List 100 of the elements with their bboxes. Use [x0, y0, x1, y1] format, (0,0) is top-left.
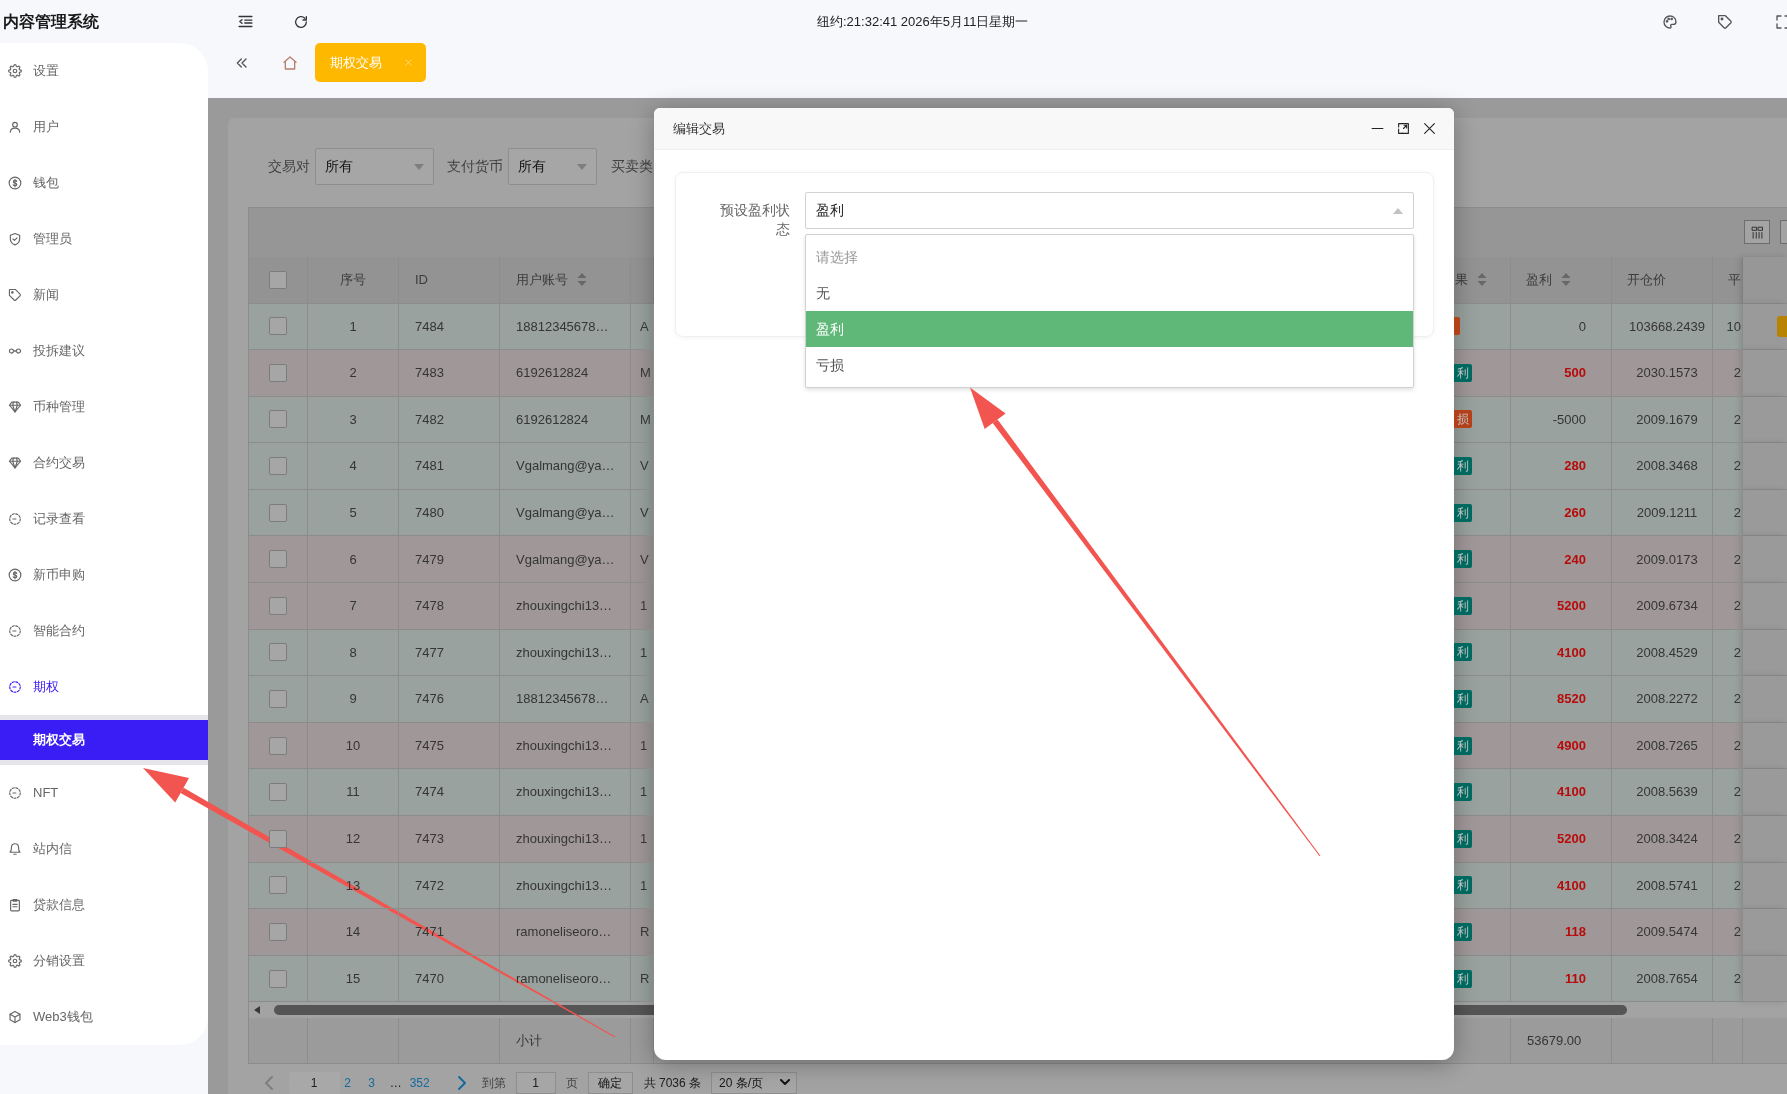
checkbox[interactable] [269, 829, 287, 848]
palette-icon[interactable] [1662, 13, 1678, 30]
checkbox[interactable] [269, 317, 287, 336]
action-tag[interactable] [1777, 315, 1787, 337]
table-cell: 2009.5474 [1612, 909, 1713, 956]
table-cell: 7478 [399, 583, 500, 630]
checkbox[interactable] [269, 690, 287, 709]
checkbox[interactable] [269, 596, 287, 615]
sidebar-item[interactable]: 智能合约 [0, 603, 208, 659]
status-tag: 利 [1454, 363, 1472, 382]
tag-icon [8, 288, 22, 302]
menu-icon[interactable] [237, 13, 254, 30]
table-cell: 280 [1511, 443, 1612, 490]
tag-icon[interactable] [1717, 13, 1733, 30]
checkbox[interactable] [269, 736, 287, 755]
column-header[interactable]: 盈利 [1511, 256, 1612, 304]
sidebar-item[interactable]: 期权交易 [0, 720, 208, 760]
caret-icon [577, 163, 587, 170]
status-tag: 利 [1454, 550, 1472, 569]
close-icon[interactable] [1423, 122, 1436, 135]
dashed-circle-icon [8, 512, 22, 526]
table-cell: 2030.1573 [1612, 350, 1713, 397]
page-link[interactable]: 1 [288, 1071, 340, 1094]
sidebar-item[interactable]: 币种管理 [0, 379, 208, 435]
table-cell: 6192612824 [500, 350, 631, 397]
table-cell: 7481 [399, 443, 500, 490]
confirm-button[interactable]: 确定 [587, 1071, 633, 1094]
select-field[interactable]: 盈利 [804, 192, 1414, 229]
table-cell: 2 [308, 350, 399, 397]
column-filter-button[interactable] [1744, 220, 1770, 244]
maximize-icon[interactable] [1397, 122, 1410, 135]
table-cell: 2008.2272 [1612, 676, 1713, 723]
sidebar-item[interactable]: 新闻 [0, 267, 208, 323]
sidebar-item[interactable]: 设置 [0, 43, 208, 99]
page-size-select[interactable]: 20 条/页 [711, 1071, 798, 1094]
table-cell: zhouxingchi13… [500, 583, 631, 630]
sidebar-item[interactable]: 管理员 [0, 211, 208, 267]
table-cell: 7476 [399, 676, 500, 723]
sidebar-item[interactable]: Web3钱包 [0, 989, 208, 1045]
sidebar-item[interactable]: 用户 [0, 99, 208, 155]
dropdown-option[interactable]: 亏损 [805, 347, 1413, 383]
sidebar-item[interactable]: 钱包 [0, 155, 208, 211]
table-cell: 53679.00 [1511, 1018, 1612, 1065]
diamond-icon [8, 400, 22, 414]
checkbox[interactable] [269, 550, 287, 569]
sidebar-item[interactable]: 分销设置 [0, 933, 208, 989]
sidebar-item[interactable]: NFT [0, 765, 208, 821]
clipboard-icon [8, 898, 22, 912]
filter-label: 交易对 [268, 157, 310, 176]
chevron-right-icon[interactable] [457, 1075, 466, 1090]
checkbox[interactable] [269, 503, 287, 522]
refresh-icon[interactable] [293, 13, 309, 30]
caret-icon [414, 163, 424, 170]
dropdown-option[interactable]: 无 [805, 275, 1413, 311]
table-cell: 110 [1511, 955, 1612, 1003]
status-tag: 利 [1454, 457, 1472, 476]
fullscreen-icon[interactable] [1775, 13, 1787, 30]
table-cell: 2008.3468 [1612, 443, 1713, 490]
checkbox[interactable] [269, 969, 287, 988]
filter-label: 支付货币 [447, 157, 503, 176]
checkbox[interactable] [269, 876, 287, 895]
sort-icon [1561, 272, 1571, 287]
sort-icon [577, 272, 587, 287]
sidebar-item[interactable]: 合约交易 [0, 435, 208, 491]
sidebar-item[interactable]: 新币申购 [0, 547, 208, 603]
sidebar-item[interactable]: 投拆建议 [0, 323, 208, 379]
sort-icon [1477, 272, 1487, 287]
total-count: 共 7036 条 [643, 1074, 702, 1092]
sidebar-item[interactable]: 期权 [0, 659, 208, 715]
table-cell: ramoneliseoro… [500, 909, 631, 956]
table-cell: 7473 [399, 816, 500, 863]
goto-unit-label: 页 [565, 1074, 578, 1092]
table-cell: 118 [1511, 909, 1612, 956]
status-tag: 利 [1454, 643, 1472, 662]
checkbox[interactable] [269, 923, 287, 941]
bell-icon [8, 842, 22, 856]
sidebar-item[interactable]: 贷款信息 [0, 877, 208, 933]
checkbox[interactable] [269, 783, 287, 802]
cube-icon [8, 1010, 22, 1024]
table-cell: Vgalmang@ya… [500, 443, 631, 490]
column-header: 序号 [308, 256, 399, 304]
sidebar-item[interactable]: 记录查看 [0, 491, 208, 547]
page-input[interactable]: 1 [515, 1071, 556, 1094]
toolbar-button[interactable] [1780, 220, 1787, 244]
filter-select[interactable]: 所有 [508, 148, 597, 185]
checkbox[interactable] [269, 270, 287, 289]
dollar-circle-icon [8, 568, 22, 582]
checkbox[interactable] [269, 643, 287, 662]
home-icon[interactable] [282, 54, 298, 71]
checkbox[interactable] [269, 363, 287, 382]
scroll-arrow-icon[interactable] [254, 1006, 260, 1015]
column-header[interactable]: 用户账号 [500, 256, 631, 304]
column-header: 开仓价 [1612, 256, 1713, 304]
status-tag: 利 [1454, 876, 1472, 895]
sidebar-item[interactable]: 站内信 [0, 821, 208, 877]
checkbox[interactable] [269, 410, 287, 429]
filter-select[interactable]: 所有 [315, 148, 434, 185]
table-cell: 2009.6734 [1612, 583, 1713, 630]
field-label: 预设盈利状态 [719, 201, 790, 239]
checkbox[interactable] [269, 457, 287, 476]
